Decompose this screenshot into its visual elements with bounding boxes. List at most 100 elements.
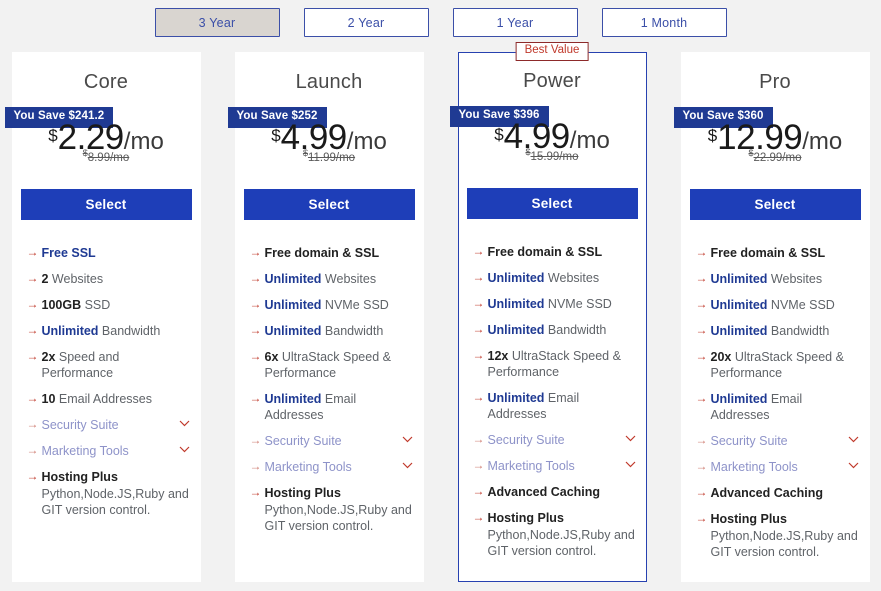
price-amount: 4.99	[280, 118, 348, 157]
billing-term-tabs: 3 Year 2 Year 1 Year 1 Month	[0, 0, 881, 52]
feature-emphasis: Unlimited	[264, 324, 322, 338]
feature-item: → 12x UltraStack Speed & Performance	[473, 348, 636, 380]
chevron-down-icon[interactable]	[173, 443, 190, 458]
current-price: $4.99/mo	[494, 119, 610, 154]
feature-emphasis: Free domain & SSL	[710, 246, 826, 260]
feature-detail: UltraStack Speed & Performance	[487, 349, 621, 379]
feature-detail: NVMe SSD	[544, 297, 612, 311]
arrow-right-icon: →	[249, 391, 262, 405]
feature-label: Unlimited Bandwidth	[488, 322, 636, 338]
feature-detail: Security Suite	[487, 433, 565, 447]
feature-label: 12x UltraStack Speed & Performance	[488, 348, 636, 380]
price-period: /mo	[123, 128, 164, 155]
chevron-down-icon[interactable]	[619, 432, 636, 447]
term-tab-1-year[interactable]: 1 Year	[452, 8, 578, 37]
feature-emphasis: Unlimited	[41, 324, 99, 338]
currency-symbol: $	[271, 125, 281, 145]
feature-item: → Free domain & SSL	[473, 244, 636, 260]
arrow-right-icon: →	[695, 485, 708, 499]
pricing-card-launch: Launch You Save $252 $4.99/mo $11.99/mo Sele…	[227, 52, 424, 582]
feature-item-expandable[interactable]: → Security Suite	[250, 433, 413, 449]
feature-detail: Security Suite	[264, 434, 342, 448]
feature-item-expandable[interactable]: → Security Suite	[473, 432, 636, 448]
feature-label: Marketing Tools	[488, 458, 619, 474]
feature-emphasis: Unlimited	[264, 298, 322, 312]
feature-label: Unlimited Bandwidth	[711, 323, 859, 339]
feature-label: Security Suite	[265, 433, 396, 449]
feature-detail: Bandwidth	[544, 323, 607, 337]
feature-detail: NVMe SSD	[321, 298, 389, 312]
feature-item: → 6x UltraStack Speed & Performance	[250, 349, 413, 381]
feature-item: → Hosting Plus Python,Node.JS,Ruby and GIT…	[27, 469, 190, 518]
price-amount: 2.29	[57, 118, 125, 157]
price-period: /mo	[569, 127, 610, 154]
feature-label: Hosting Plus Python,Node.JS,Ruby and GIT …	[488, 510, 636, 559]
plan-title: Core	[83, 71, 129, 93]
feature-item-expandable[interactable]: → Security Suite	[696, 433, 859, 449]
feature-item: → Unlimited Email Addresses	[473, 390, 636, 422]
feature-detail: Websites	[544, 271, 600, 285]
select-plan-button[interactable]: Select	[243, 189, 415, 220]
arrow-right-icon: →	[695, 511, 708, 525]
feature-label: Free domain & SSL	[488, 244, 636, 260]
arrow-right-icon: →	[249, 459, 262, 473]
feature-item: → Unlimited Websites	[696, 271, 859, 287]
feature-label: Unlimited Bandwidth	[265, 323, 413, 339]
arrow-right-icon: →	[249, 271, 262, 285]
arrow-right-icon: →	[249, 297, 262, 311]
feature-emphasis: Unlimited	[487, 391, 545, 405]
feature-item-expandable[interactable]: → Security Suite	[27, 417, 190, 433]
term-tab-2-year[interactable]: 2 Year	[303, 8, 429, 37]
arrow-right-icon: →	[695, 271, 708, 285]
feature-label: Hosting Plus Python,Node.JS,Ruby and GIT …	[42, 469, 190, 518]
feature-item: → Unlimited Websites	[473, 270, 636, 286]
feature-emphasis: Advanced Caching	[710, 486, 824, 500]
chevron-down-icon[interactable]	[396, 459, 413, 474]
feature-label: Unlimited Websites	[265, 271, 413, 287]
current-price: $2.29/mo	[48, 120, 164, 155]
feature-item: → Hosting Plus Python,Node.JS,Ruby and GIT…	[250, 485, 413, 534]
select-plan-button[interactable]: Select	[20, 189, 192, 220]
currency-symbol: $	[494, 124, 504, 144]
current-price: $4.99/mo	[271, 120, 387, 155]
chevron-down-icon[interactable]	[619, 458, 636, 473]
feature-list: → Free SSL → 2 Websites → 100GB SSD → Unlimited…	[13, 245, 200, 518]
feature-item: → Unlimited Bandwidth	[250, 323, 413, 339]
feature-item: → Unlimited Email Addresses	[250, 391, 413, 423]
price-block: $4.99/mo $15.99/mo	[459, 119, 646, 175]
feature-emphasis: 10	[41, 392, 56, 406]
feature-item-expandable[interactable]: → Marketing Tools	[27, 443, 190, 459]
term-tab-3-year[interactable]: 3 Year	[154, 8, 280, 37]
chevron-down-icon[interactable]	[173, 417, 190, 432]
feature-detail: Marketing Tools	[264, 460, 352, 474]
arrow-right-icon: →	[472, 270, 485, 284]
select-plan-button[interactable]: Select	[466, 188, 638, 219]
feature-emphasis: Unlimited	[710, 392, 768, 406]
feature-item: → Advanced Caching	[696, 485, 859, 501]
feature-item-expandable[interactable]: → Marketing Tools	[473, 458, 636, 474]
arrow-right-icon: →	[26, 417, 39, 431]
feature-list: → Free domain & SSL → Unlimited Websites → Un…	[682, 245, 869, 560]
feature-emphasis: Unlimited	[264, 392, 322, 406]
feature-detail: Email Addresses	[55, 392, 152, 406]
arrow-right-icon: →	[695, 433, 708, 447]
select-plan-button[interactable]: Select	[689, 189, 861, 220]
feature-detail: Python,Node.JS,Ruby and GIT version cont…	[487, 528, 635, 558]
feature-item: → Hosting Plus Python,Node.JS,Ruby and GIT…	[696, 511, 859, 560]
plan-title: Power	[523, 70, 581, 92]
arrow-right-icon: →	[249, 349, 262, 363]
feature-emphasis: 100GB	[41, 298, 82, 312]
chevron-down-icon[interactable]	[396, 433, 413, 448]
feature-label: Security Suite	[711, 433, 842, 449]
arrow-right-icon: →	[26, 443, 39, 457]
feature-item-expandable[interactable]: → Marketing Tools	[250, 459, 413, 475]
plan-title: Pro	[759, 71, 791, 93]
feature-item: → Unlimited Bandwidth	[473, 322, 636, 338]
feature-item-expandable[interactable]: → Marketing Tools	[696, 459, 859, 475]
chevron-down-icon[interactable]	[842, 459, 859, 474]
term-tab-1-month[interactable]: 1 Month	[601, 8, 727, 37]
feature-emphasis: Hosting Plus	[41, 470, 118, 484]
feature-item: → Unlimited Bandwidth	[696, 323, 859, 339]
feature-emphasis: 12x	[487, 349, 509, 363]
chevron-down-icon[interactable]	[842, 433, 859, 448]
